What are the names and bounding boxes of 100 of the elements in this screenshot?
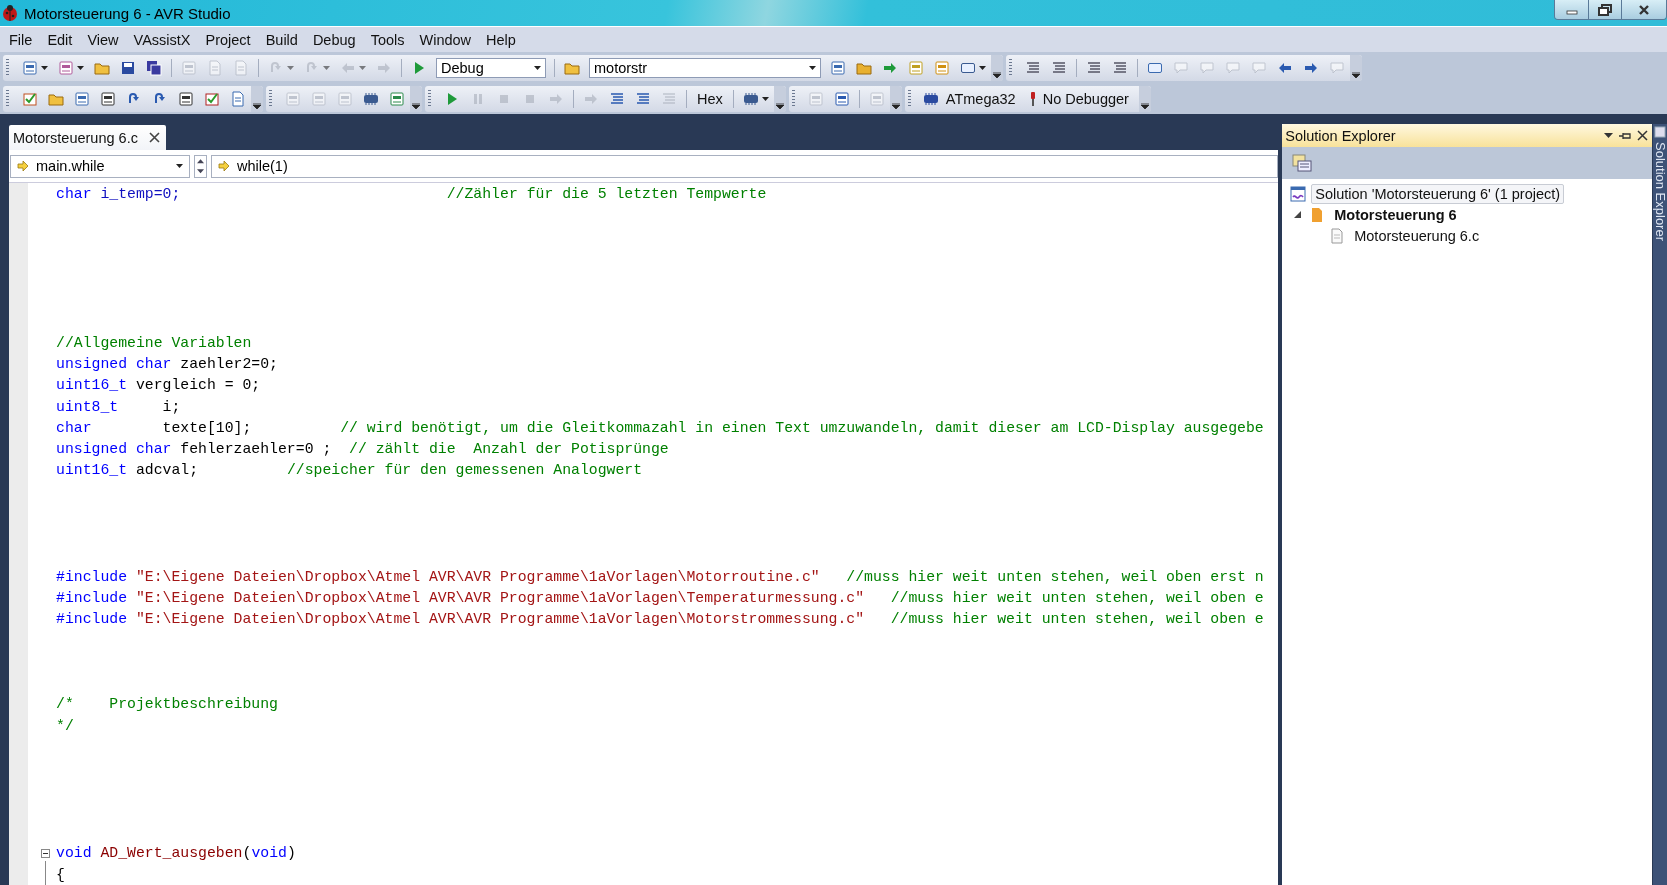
- caret-icon: [412, 102, 420, 109]
- checklist-icon: [22, 90, 38, 107]
- menu-item[interactable]: Debug: [305, 29, 364, 50]
- caret-icon: [176, 164, 183, 168]
- pin-icon[interactable]: [1619, 130, 1631, 141]
- memory-icon: [363, 90, 379, 107]
- caret-icon: [993, 71, 1001, 78]
- dropdown-icon[interactable]: [1604, 132, 1613, 139]
- speech-bubble-icon: [1199, 59, 1215, 76]
- menu-item[interactable]: Build: [258, 29, 306, 50]
- overflow-button[interactable]: [251, 85, 263, 112]
- menu-item[interactable]: Edit: [40, 29, 81, 50]
- menu-item[interactable]: Project: [198, 29, 259, 50]
- expand-arrow-icon[interactable]: [1293, 211, 1301, 218]
- code-line: uint8_t i;: [56, 397, 181, 417]
- code-line: uint16_t adcval; //speicher für den gemessenen Analogwert: [56, 461, 643, 481]
- spin-buttons[interactable]: [194, 154, 207, 178]
- close-icon[interactable]: [1637, 130, 1648, 141]
- caret-icon: [809, 65, 816, 70]
- caret-icon: [979, 65, 986, 70]
- restore-icon: [1598, 3, 1612, 16]
- caret-icon: [891, 102, 900, 109]
- code-line: #include "E:\Eigene Dateien\Dropbox\Atmel AVR\AVR Programme\1aVorlagen\Temperaturmessung.c" //muss hier weit unten stehen, weil oben e: [56, 589, 1264, 609]
- code-line: char i_temp=0; //Zähler für die 5 letzten Tempwerte: [56, 185, 767, 204]
- restore-button[interactable]: [1588, 0, 1621, 19]
- scope-dropdown[interactable]: main.while: [10, 154, 190, 178]
- solution-icon[interactable]: [1654, 126, 1666, 138]
- menu-item[interactable]: View: [80, 29, 127, 50]
- tool-icon: [1029, 90, 1036, 107]
- caret-icon: [1140, 102, 1149, 109]
- dropdown[interactable]: motorstr: [589, 57, 821, 78]
- caret-icon: [1352, 71, 1360, 78]
- chip-icon: [742, 90, 759, 107]
- toolbar-grip[interactable]: [6, 58, 9, 77]
- collapse-icon[interactable]: [41, 849, 50, 859]
- toolbar-button[interactable]: ATmega32: [918, 90, 1026, 107]
- code-line: #include "E:\Eigene Dateien\Dropbox\Atmel AVR\AVR Programme\1aVorlagen\Motorroutine.c" //muss hier weit unten stehen, weil oben erst n: [56, 567, 1264, 587]
- close-button[interactable]: [1621, 0, 1666, 19]
- code-line: /* Projektbeschreibung: [56, 695, 278, 715]
- caret-icon: [775, 102, 784, 109]
- chip-icon: [922, 90, 939, 107]
- menu-item[interactable]: File: [2, 29, 41, 50]
- code-line: unsigned char fehlerzaehler=0 ; // zählt die Anzahl der Potisprünge: [56, 440, 669, 460]
- caret-icon: [359, 65, 366, 70]
- overflow-button[interactable]: [410, 85, 422, 112]
- code-line: {: [56, 865, 65, 885]
- overflow-button[interactable]: [1350, 54, 1362, 81]
- code-line: char texte[10]; // wird benötigt, um die Gleitkommazahl in einen Text umzuwandeln, damit dieser am LCD-Display ausgegebe: [56, 418, 1264, 438]
- close-icon: [1638, 3, 1650, 16]
- panel-title: Solution Explorer: [1285, 127, 1397, 144]
- member-dropdown[interactable]: while(1): [211, 154, 1279, 178]
- code-line: #include "E:\Eigene Dateien\Dropbox\Atmel AVR\AVR Programme\1aVorlagen\Motorstrommessung.c" //muss hier weit unten stehen, weil oben e: [56, 610, 1264, 630]
- overflow-button[interactable]: [773, 85, 786, 112]
- toolbar-grip[interactable]: [791, 89, 795, 108]
- arrow-right-icon: [17, 160, 29, 172]
- window-title: Motorsteuerung 6 - AVR Studio: [24, 4, 232, 22]
- tree-item[interactable]: Motorsteuerung 6.c: [1350, 225, 1484, 246]
- toolbar-grip[interactable]: [1009, 58, 1012, 77]
- floppy-disks-icon: [146, 59, 162, 76]
- hex-button[interactable]: Hex: [691, 90, 729, 107]
- dropdown[interactable]: Debug: [436, 57, 546, 78]
- caret-icon: [534, 65, 541, 70]
- menu-item[interactable]: VAssistX: [126, 29, 199, 50]
- lines-icon: [1086, 59, 1102, 76]
- speech-bubble-icon: [1225, 59, 1241, 76]
- toolbar-grip[interactable]: [269, 89, 272, 108]
- clipboard-icon: [233, 59, 249, 76]
- caret-icon: [761, 96, 769, 101]
- document-tab[interactable]: Motorsteuerung 6.c: [9, 125, 166, 150]
- toolbar-grip[interactable]: [907, 89, 911, 108]
- toolbar-button[interactable]: No Debugger: [1025, 90, 1139, 107]
- ladybug-icon: [0, 3, 20, 23]
- overflow-button[interactable]: [889, 85, 902, 112]
- overflow-button[interactable]: [1138, 85, 1151, 112]
- solution-icon: [1290, 185, 1307, 202]
- properties-icon: [1292, 154, 1313, 172]
- code-line: */: [56, 716, 74, 736]
- tree-item[interactable]: Solution 'Motorsteuerung 6' (1 project): [1311, 183, 1565, 204]
- tree-item[interactable]: Motorsteuerung 6: [1330, 204, 1461, 225]
- copy-icon: [207, 59, 223, 76]
- menu-item[interactable]: Window: [412, 29, 480, 50]
- speech-bubble-icon: [1251, 59, 1267, 76]
- code-line: //Allgemeine Variablen: [56, 333, 252, 353]
- speech-bubble-icon: [1173, 59, 1189, 76]
- menu-item[interactable]: Help: [479, 29, 524, 50]
- menu-item[interactable]: Tools: [363, 29, 413, 50]
- code-line: uint16_t vergleich = 0;: [56, 376, 261, 396]
- code-line: void AD_Wert_ausgeben(void): [56, 844, 296, 864]
- toolbar-grip[interactable]: [428, 89, 431, 108]
- close-icon[interactable]: [148, 132, 160, 143]
- overflow-button[interactable]: [991, 54, 1003, 81]
- caret-icon: [41, 65, 48, 70]
- speech-bubble-icon: [1329, 59, 1345, 76]
- caret-icon: [77, 65, 84, 70]
- toolbar-grip[interactable]: [6, 89, 9, 108]
- code-line: unsigned char zaehler2=0;: [56, 355, 278, 375]
- side-tab[interactable]: Solution Explorer: [1652, 142, 1667, 241]
- caret-icon: [287, 65, 294, 70]
- properties-button[interactable]: [1290, 152, 1315, 174]
- file-icon: [1329, 227, 1346, 244]
